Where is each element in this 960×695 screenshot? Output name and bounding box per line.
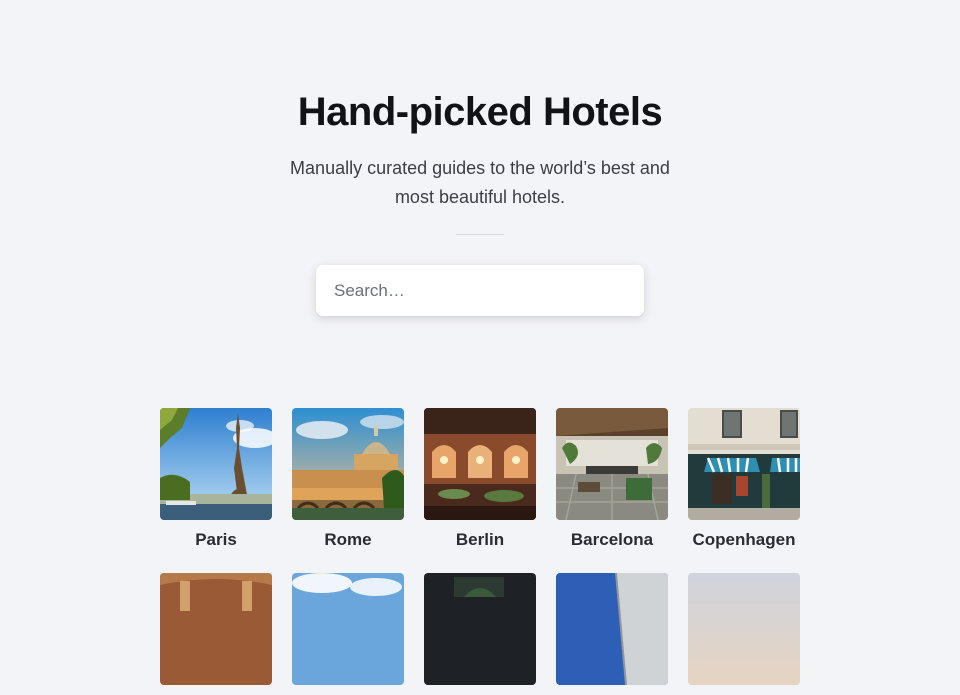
city-7-image[interactable] [292,573,404,685]
city-label[interactable]: Berlin [424,530,536,550]
city-card-6[interactable] [160,573,272,695]
city-8-image[interactable] [424,573,536,685]
rome-image[interactable] [292,408,404,520]
city-card-paris[interactable]: Paris [160,408,272,550]
page-title: Hand-picked Hotels [297,90,663,134]
city-card-7[interactable] [292,573,404,695]
search-input[interactable] [316,265,644,316]
paris-image[interactable] [160,408,272,520]
berlin-image[interactable] [424,408,536,520]
city-label[interactable]: Barcelona [556,530,668,550]
city-label[interactable]: Copenhagen [688,530,800,550]
divider [456,234,504,235]
copenhagen-image[interactable] [688,408,800,520]
city-10-image[interactable] [688,573,800,685]
city-label[interactable]: Rome [292,530,404,550]
city-card-barcelona[interactable]: Barcelona [556,408,668,550]
city-6-image[interactable] [160,573,272,685]
city-card-copenhagen[interactable]: Copenhagen [688,408,800,550]
city-label[interactable]: Paris [160,530,272,550]
city-card-10[interactable] [688,573,800,695]
city-card-berlin[interactable]: Berlin [424,408,536,550]
city-card-8[interactable] [424,573,536,695]
page-subtitle: Manually curated guides to the world’s b… [290,158,670,207]
barcelona-image[interactable] [556,408,668,520]
city-card-rome[interactable]: Rome [292,408,404,550]
city-card-9[interactable] [556,573,668,695]
city-9-image[interactable] [556,573,668,685]
